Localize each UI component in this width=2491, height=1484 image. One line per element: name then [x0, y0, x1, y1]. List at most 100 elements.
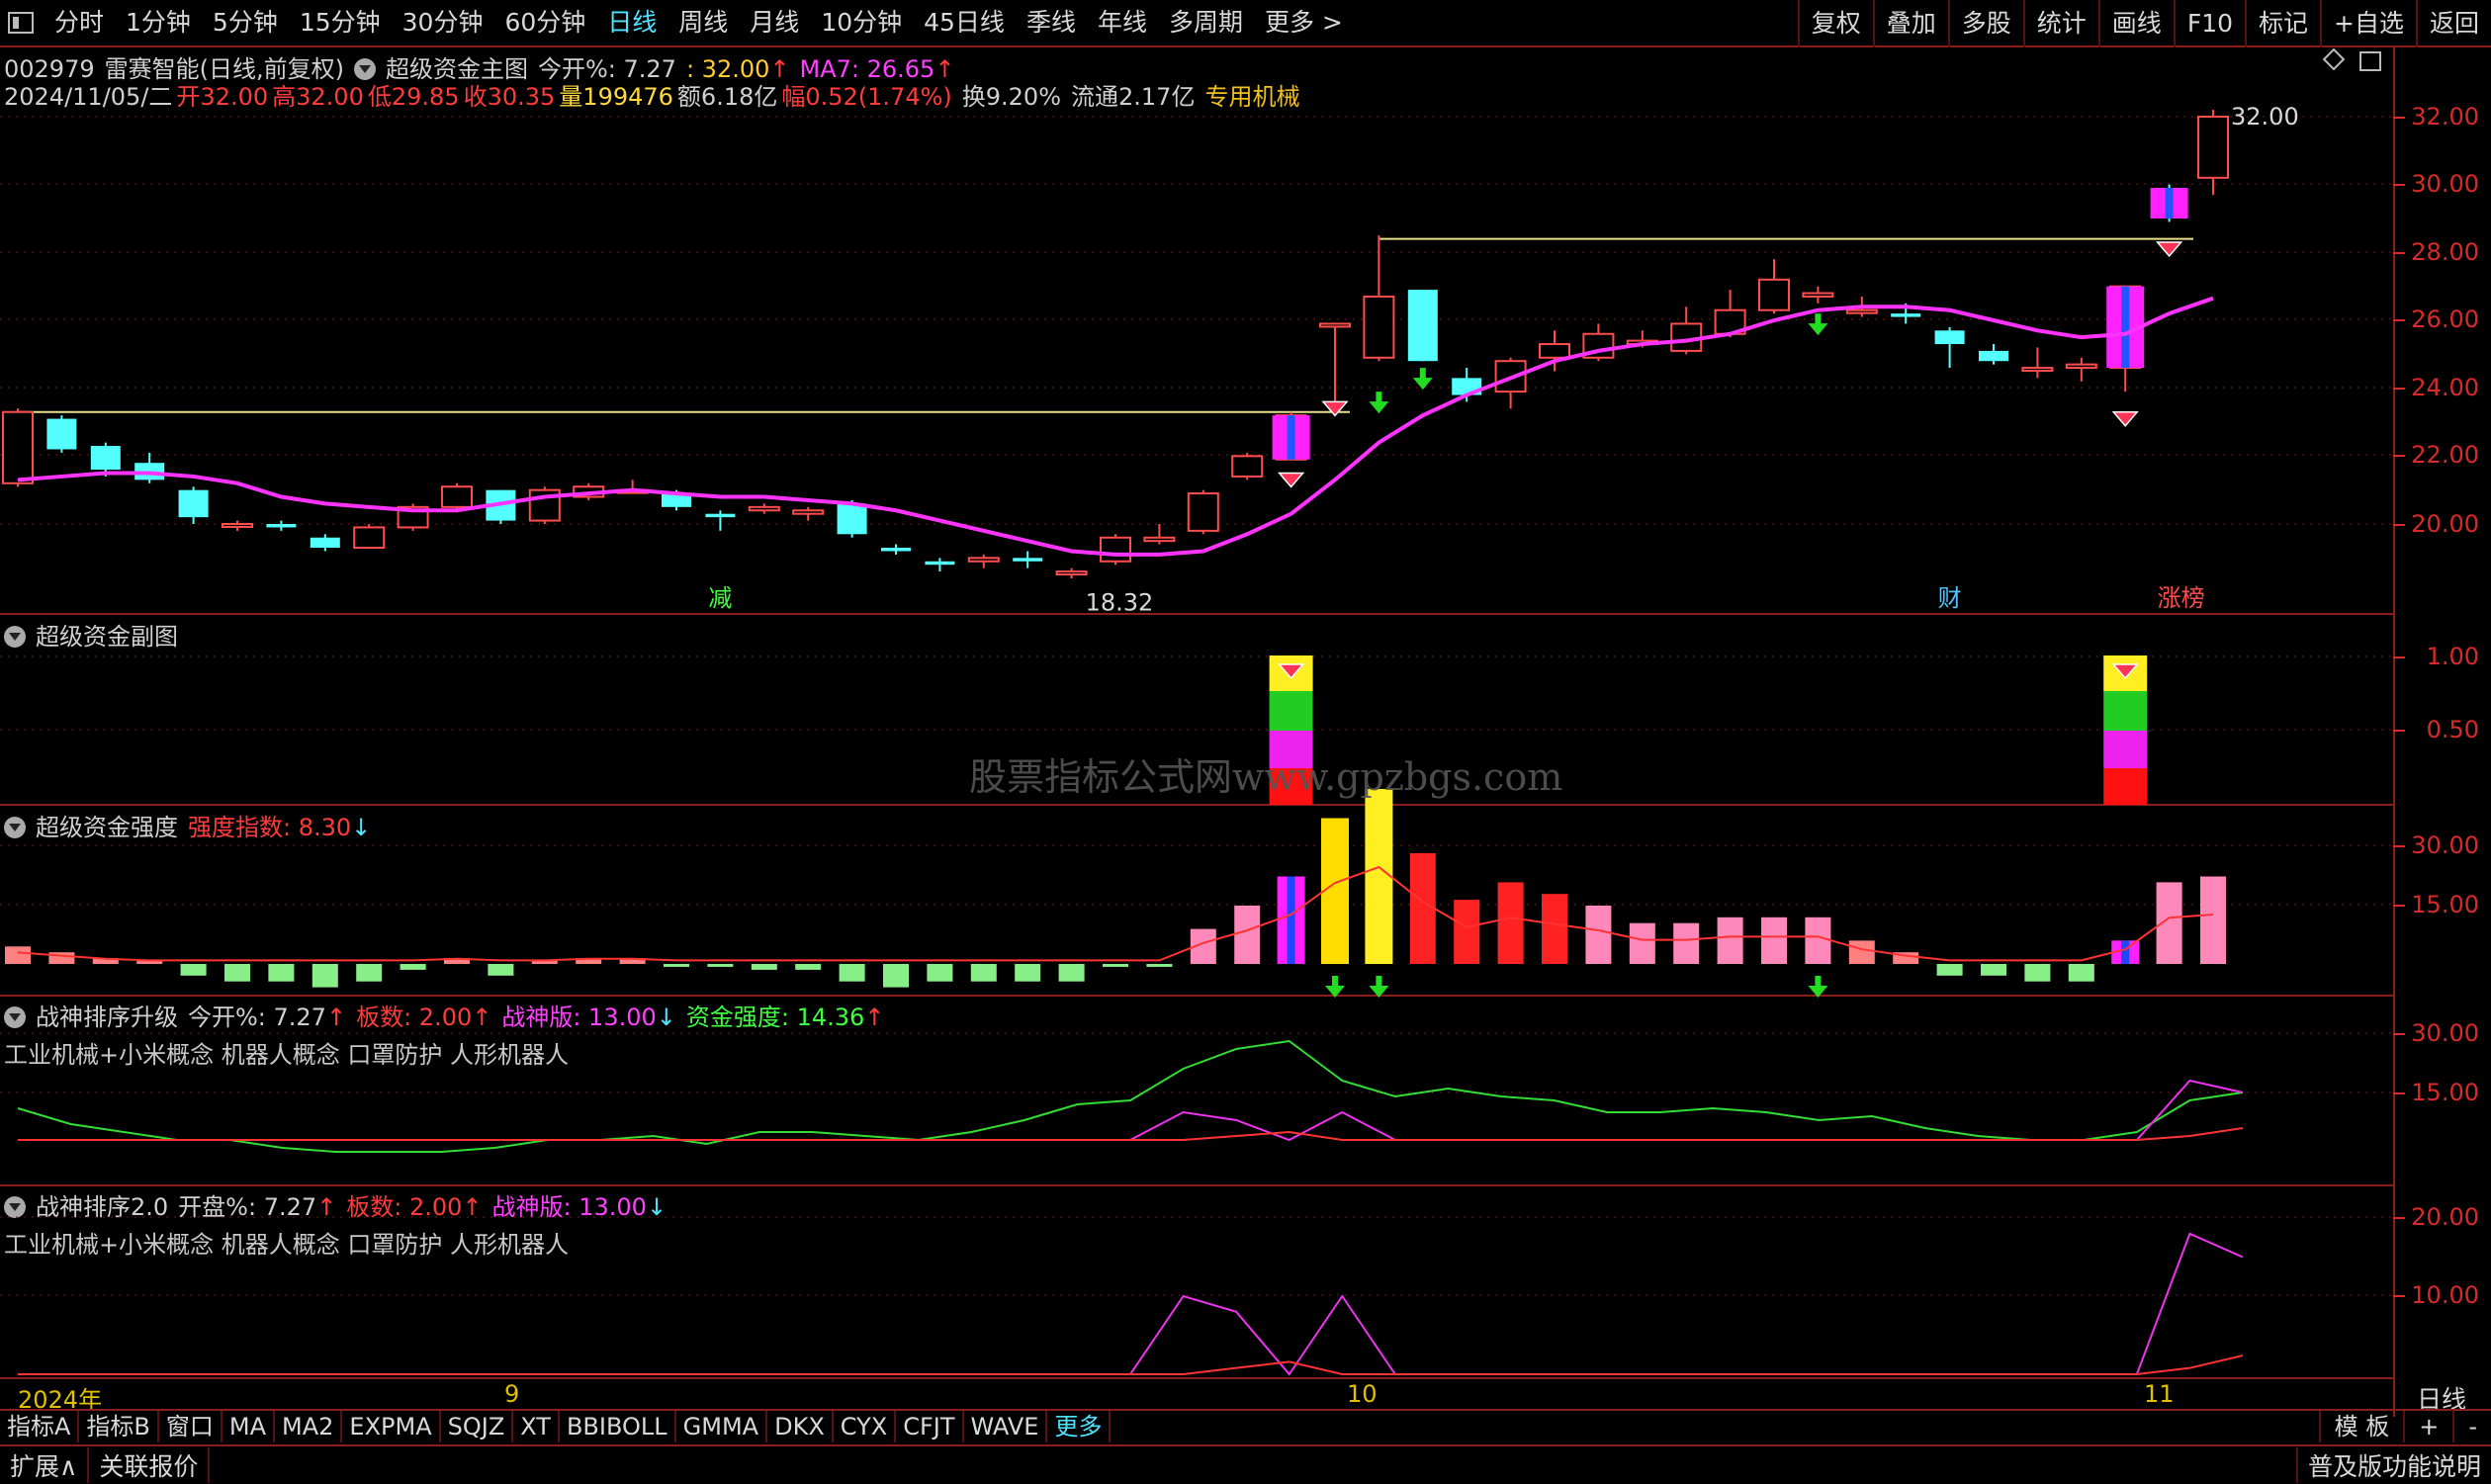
- expand-button[interactable]: 扩展∧: [0, 1447, 90, 1483]
- indicator-tab[interactable]: MA2: [275, 1411, 343, 1442]
- strength-bar: [1981, 964, 2006, 976]
- fund-stack-bar: [1269, 691, 1313, 731]
- y-tick: [2393, 117, 2405, 119]
- zsb-line: [18, 1079, 2244, 1142]
- indicator-tab[interactable]: MA: [222, 1411, 276, 1442]
- boards2-line: [18, 1354, 2244, 1375]
- strength-bar: [1805, 917, 1831, 964]
- strength-bar: [1717, 917, 1743, 964]
- strength-bar: [1848, 940, 1875, 964]
- candle-body: [2021, 367, 2054, 373]
- down-arrow-icon: [1369, 976, 1389, 998]
- down-arrow-icon: [1808, 313, 1828, 336]
- candle-body: [1100, 536, 1131, 563]
- candle-body: [1407, 290, 1438, 362]
- strength-bar: [1234, 906, 1261, 964]
- candle-body: [90, 446, 121, 471]
- indicator-tab[interactable]: BBIBOLL: [560, 1411, 676, 1442]
- strength-bar-stripe: [1287, 876, 1295, 964]
- candle-body: [1539, 343, 1570, 359]
- strength-bar: [1103, 964, 1128, 967]
- x-label-oct: 10: [1347, 1380, 1378, 1408]
- y-axis-label: 20.00: [2411, 1203, 2479, 1231]
- candle-body: [1013, 558, 1043, 562]
- candle-body: [222, 523, 253, 528]
- strength-bar: [311, 964, 338, 988]
- candle-body: [1845, 308, 1878, 314]
- template-button[interactable]: -: [2452, 1411, 2491, 1442]
- indicator-tab[interactable]: EXPMA: [342, 1411, 441, 1442]
- candle-body: [1231, 455, 1264, 478]
- y-tick: [2393, 1295, 2405, 1297]
- indicator-tab[interactable]: SQJZ: [441, 1411, 514, 1442]
- indicator-tab[interactable]: 指标B: [79, 1411, 159, 1442]
- indicator-tab[interactable]: 窗口: [159, 1411, 222, 1442]
- candle-body: [1891, 313, 1921, 317]
- linked-quote-button[interactable]: 关联报价: [89, 1447, 211, 1483]
- candle-body: [1802, 292, 1834, 298]
- x-label-sep: 9: [504, 1380, 520, 1408]
- indicator-tab[interactable]: 指标A: [0, 1411, 80, 1442]
- strength-bar: [970, 964, 997, 982]
- y-axis-label: 30.00: [2411, 1019, 2479, 1047]
- toolbar-button[interactable]: 返回: [2415, 0, 2491, 47]
- candle-body: [2197, 116, 2229, 179]
- candle-body: [1934, 330, 1965, 345]
- help-link[interactable]: 普及版功能说明: [2295, 1447, 2491, 1483]
- y-tick: [2393, 184, 2405, 186]
- indicator-tab[interactable]: 更多: [1047, 1411, 1112, 1442]
- strength-bar: [2068, 964, 2094, 982]
- signal-candle-stripe: [2121, 286, 2130, 369]
- strength-bar: [1454, 900, 1480, 964]
- y-axis-label: 30.00: [2411, 170, 2479, 198]
- strength-bar: [1497, 882, 1524, 964]
- strength-bar: [356, 964, 383, 982]
- candle-body: [441, 485, 473, 508]
- candle-body: [2065, 363, 2097, 370]
- strength-bar: [180, 964, 207, 976]
- indicator-tab[interactable]: WAVE: [964, 1411, 1048, 1442]
- strength-bar: [268, 964, 295, 982]
- strength-bar: [488, 964, 514, 976]
- template-button[interactable]: 模 板: [2318, 1411, 2404, 1442]
- diamond-signal-icon: [1277, 472, 1305, 488]
- strength-bar: [2200, 876, 2226, 964]
- indicator-tab[interactable]: DKX: [767, 1411, 834, 1442]
- candle-body: [748, 505, 780, 512]
- y-axis-label: 10.00: [2411, 1281, 2479, 1309]
- candle-body: [310, 537, 340, 549]
- ma7-line: [17, 296, 2214, 557]
- strength-bar: [664, 964, 689, 967]
- candle-body: [2, 410, 34, 484]
- indicator-tab[interactable]: GMMA: [676, 1411, 768, 1442]
- y-tick: [2393, 656, 2405, 658]
- strength-bar: [883, 964, 909, 988]
- fund-stack-bar: [2103, 731, 2148, 768]
- strength-bar: [1409, 852, 1436, 964]
- diamond-signal-icon: [2155, 241, 2183, 258]
- strength-bar: [795, 964, 822, 970]
- candle-body: [1363, 295, 1395, 359]
- indicator-tab[interactable]: CYX: [834, 1411, 897, 1442]
- y-axis-label: 28.00: [2411, 238, 2479, 266]
- y-tick: [2393, 524, 2405, 526]
- y-axis-label: 22.00: [2411, 441, 2479, 469]
- strength-bar: [1146, 964, 1173, 967]
- indicator-tab[interactable]: XT: [513, 1411, 560, 1442]
- indicator-tab[interactable]: CFJT: [896, 1411, 964, 1442]
- y-axis-label: 20.00: [2411, 510, 2479, 538]
- strength-bar: [1585, 906, 1612, 964]
- strength-bar: [1542, 894, 1567, 964]
- strength-bar: [5, 946, 31, 964]
- x-label-nov: 11: [2144, 1380, 2175, 1408]
- y-axis-label: 0.50: [2426, 716, 2479, 743]
- candle-body: [1143, 536, 1176, 543]
- chart-canvas[interactable]: 32.00 18.32 减 财 涨榜: [0, 0, 2393, 1377]
- y-tick: [2393, 845, 2405, 847]
- strength-bar: [707, 964, 734, 967]
- strength-bar: [400, 964, 426, 970]
- candle-body: [1187, 492, 1219, 532]
- fund-strength-line: [17, 1039, 2244, 1153]
- y-axis-label: 1.00: [2426, 643, 2479, 670]
- template-button[interactable]: +: [2403, 1411, 2452, 1442]
